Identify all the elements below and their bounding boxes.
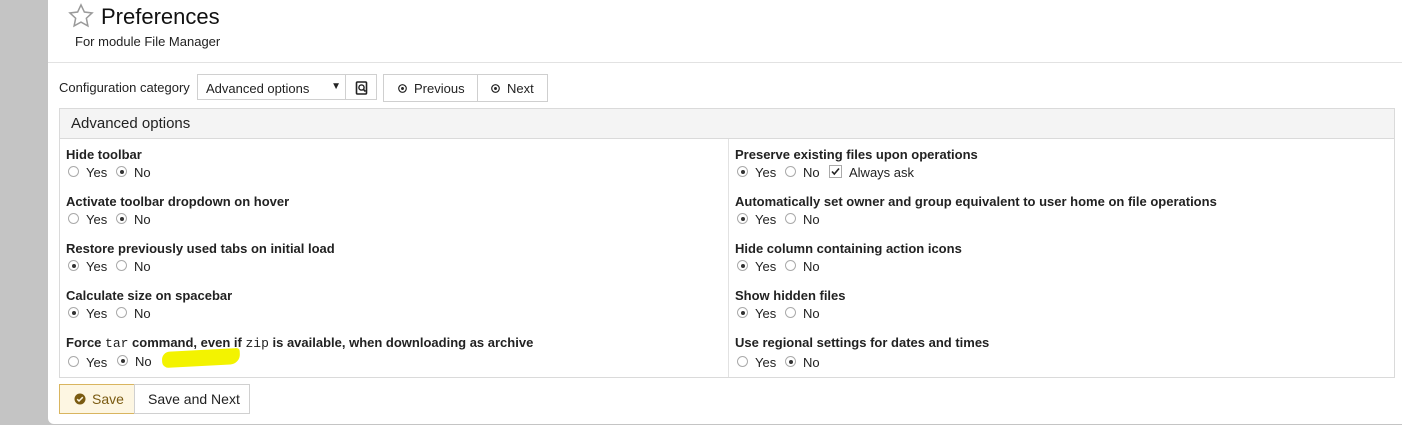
radio-button[interactable] [737, 356, 748, 367]
radio-button[interactable] [116, 213, 127, 224]
radio-button[interactable] [116, 307, 127, 318]
radio-button[interactable] [785, 356, 796, 367]
section-header: Advanced options [60, 109, 1394, 139]
radio-button[interactable] [785, 307, 796, 318]
section-title: Advanced options [71, 115, 191, 132]
checkmark-icon [831, 167, 840, 176]
radio-button[interactable] [737, 260, 748, 271]
config-category-value: Advanced options [206, 81, 310, 96]
circle-right-icon [491, 84, 500, 93]
radio-button[interactable] [785, 166, 796, 177]
code-tar: tar [105, 336, 129, 351]
option-label: Preserve existing files upon operations [735, 147, 978, 162]
option-label: Hide column containing action icons [735, 241, 962, 256]
star-icon[interactable] [67, 2, 95, 30]
radio-button[interactable] [68, 166, 79, 177]
option-label: Calculate size on spacebar [66, 288, 233, 303]
circle-left-icon [398, 84, 407, 93]
save-button[interactable]: Save [59, 384, 135, 414]
checkbox[interactable] [829, 165, 842, 178]
radio-button[interactable] [785, 213, 796, 224]
option-label: Use regional settings for dates and time… [735, 335, 990, 350]
config-category-row: Configuration category Advanced options … [48, 74, 1402, 102]
page-header: Preferences For module File Manager [48, 0, 1402, 63]
option-label: Force tar command, even if zip is availa… [66, 335, 534, 351]
radio-button[interactable] [68, 356, 79, 367]
radio-button[interactable] [737, 166, 748, 177]
radio-button[interactable] [68, 260, 79, 271]
code-zip: zip [245, 336, 269, 351]
radio-button[interactable] [117, 355, 128, 366]
radio-button[interactable] [116, 260, 127, 271]
option-label: Restore previously used tabs on initial … [66, 241, 335, 256]
advanced-options-section: Advanced options Hide toolbar Yes No Act… [59, 108, 1395, 378]
check-circle-icon [74, 393, 86, 405]
option-label: Activate toolbar dropdown on hover [66, 194, 290, 209]
config-category-select[interactable]: Advanced options ▼ [197, 74, 346, 100]
radio-button[interactable] [68, 213, 79, 224]
column-divider [728, 139, 729, 377]
radio-button[interactable] [737, 307, 748, 318]
config-category-label: Configuration category [59, 80, 190, 95]
previous-button[interactable]: Previous [383, 74, 478, 102]
radio-button[interactable] [737, 213, 748, 224]
radio-button[interactable] [116, 166, 127, 177]
save-and-next-button[interactable]: Save and Next [134, 384, 250, 414]
preferences-panel: Preferences For module File Manager Conf… [48, 0, 1402, 424]
option-label: Automatically set owner and group equiva… [735, 194, 1217, 209]
option-label: Hide toolbar [66, 147, 142, 162]
dropdown-arrow-icon: ▼ [331, 81, 341, 92]
option-label: Show hidden files [735, 288, 846, 303]
next-button[interactable]: Next [477, 74, 548, 102]
radio-button[interactable] [785, 260, 796, 271]
search-document-icon [355, 81, 368, 95]
page-subtitle: For module File Manager [75, 34, 221, 49]
radio-button[interactable] [68, 307, 79, 318]
page-title: Preferences [101, 4, 220, 29]
view-category-button[interactable] [346, 74, 377, 100]
